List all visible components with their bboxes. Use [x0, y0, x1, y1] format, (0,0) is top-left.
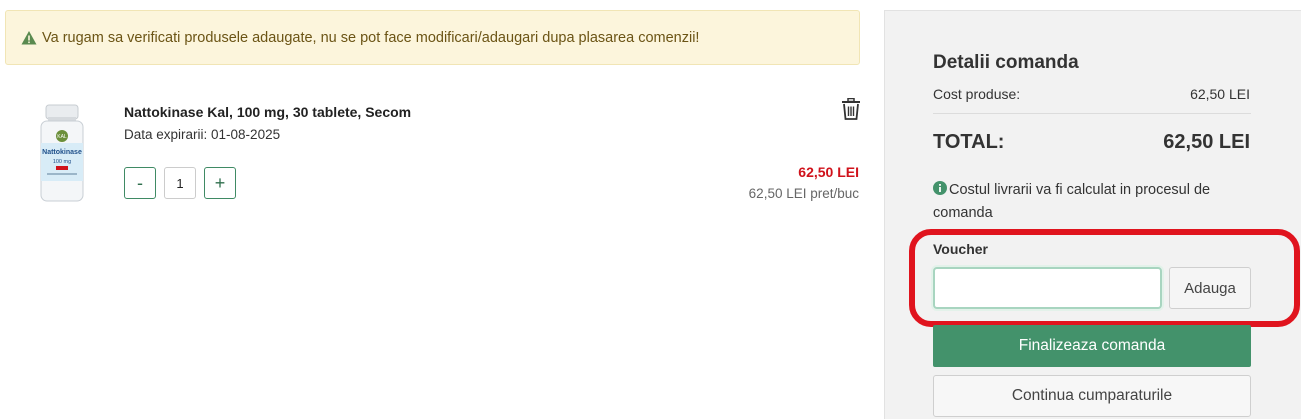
- alert-message: Va rugam sa verificati produsele adaugat…: [42, 29, 700, 46]
- voucher-input[interactable]: [933, 267, 1162, 309]
- voucher-label: Voucher: [933, 241, 988, 257]
- item-unit-price: 62,50 LEI pret/buc: [748, 186, 859, 201]
- item-total-price: 62,50 LEI: [798, 164, 859, 180]
- product-image-sublabel: 100 mg: [53, 159, 71, 165]
- product-image-brand: KAL: [57, 134, 67, 140]
- quantity-input[interactable]: [164, 167, 196, 199]
- delivery-note-text: Costul livrarii va fi calculat in proces…: [933, 182, 1211, 221]
- summary-divider: [933, 113, 1251, 114]
- total-value: 62,50 LEI: [1163, 131, 1250, 153]
- cost-products-value: 62,50 LEI: [1190, 86, 1250, 102]
- continue-shopping-button[interactable]: Continua cumparaturile: [933, 375, 1251, 417]
- summary-title: Detalii comanda: [933, 52, 1079, 73]
- product-image[interactable]: KAL Nattokinase 100 mg: [36, 103, 88, 203]
- warning-triangle-icon: [21, 30, 37, 44]
- product-expiry: Data expirarii: 01-08-2025: [124, 127, 281, 142]
- trash-icon[interactable]: [841, 98, 861, 120]
- finalize-order-button[interactable]: Finalizeaza comanda: [933, 325, 1251, 367]
- quantity-increase-button[interactable]: +: [204, 167, 236, 199]
- add-voucher-button[interactable]: Adauga: [1169, 267, 1251, 309]
- product-name[interactable]: Nattokinase Kal, 100 mg, 30 tablete, Sec…: [124, 104, 411, 120]
- quantity-decrease-button[interactable]: -: [124, 167, 156, 199]
- delivery-note: Costul livrarii va fi calculat in proces…: [933, 179, 1233, 225]
- warning-alert: Va rugam sa verificati produsele adaugat…: [5, 10, 860, 65]
- product-image-label: Nattokinase: [42, 149, 82, 156]
- info-circle-icon: [933, 181, 947, 195]
- total-label: TOTAL:: [933, 131, 1005, 153]
- cost-products-label: Cost produse:: [933, 86, 1021, 102]
